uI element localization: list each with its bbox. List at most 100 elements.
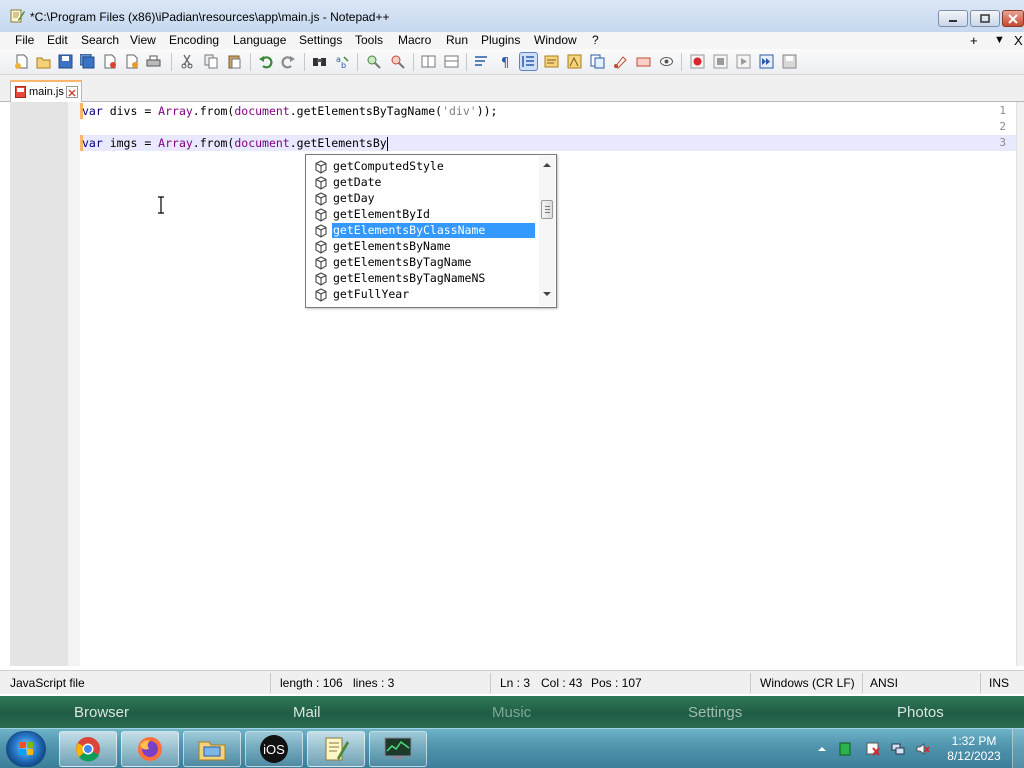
taskbar-chrome[interactable] — [59, 731, 117, 767]
function-list-button[interactable] — [589, 53, 606, 70]
dock-item-photos[interactable]: Photos — [897, 704, 944, 721]
undo-icon — [259, 56, 273, 69]
autocomplete-item[interactable]: getElementsByTagNameNS — [314, 270, 542, 286]
close-all-button[interactable] — [123, 53, 140, 70]
menu-file[interactable]: File — [13, 32, 36, 49]
zoom-in-icon — [367, 55, 381, 69]
sync-vertical-button[interactable] — [420, 53, 437, 70]
close-button[interactable] — [1002, 10, 1024, 27]
menu-settings[interactable]: Settings — [297, 32, 344, 49]
save-button[interactable] — [57, 53, 74, 70]
save-all-button[interactable] — [79, 53, 96, 70]
object-token: document — [234, 104, 290, 118]
zoom-out-button[interactable] — [389, 53, 406, 70]
dock-item-music[interactable]: Music — [492, 704, 531, 721]
menu-tools[interactable]: Tools — [353, 32, 385, 49]
word-wrap-button[interactable] — [473, 53, 490, 70]
tab-close-button[interactable] — [66, 86, 78, 98]
taskbar-task-manager[interactable] — [369, 731, 427, 767]
volume-muted-icon[interactable] — [916, 742, 930, 756]
document-map-button[interactable] — [566, 53, 583, 70]
menu-window[interactable]: Window — [532, 32, 579, 49]
autocomplete-item-label: getElementsByName — [333, 239, 451, 253]
menu-run[interactable]: Run — [444, 32, 470, 49]
autocomplete-item[interactable]: getDate — [314, 174, 542, 190]
tab-main-js[interactable]: main.js — [10, 80, 82, 102]
start-button[interactable] — [6, 731, 46, 767]
language-button[interactable] — [543, 53, 560, 70]
string-token: 'div' — [442, 104, 477, 118]
show-hidden-icons-icon[interactable] — [815, 742, 829, 756]
autocomplete-scrollbar[interactable] — [539, 156, 555, 306]
view-button[interactable] — [658, 53, 675, 70]
autocomplete-item[interactable]: getDay — [314, 190, 542, 206]
tab-list-menu-button[interactable]: ▼ — [994, 32, 1005, 49]
indent-guide-button[interactable] — [519, 52, 538, 71]
cut-button[interactable] — [179, 53, 196, 70]
zoom-out-icon — [391, 55, 405, 69]
menu-language[interactable]: Language — [231, 32, 288, 49]
folder-workspace-button[interactable] — [612, 53, 629, 70]
autocomplete-item[interactable]: getElementById — [314, 206, 542, 222]
save-macro-button[interactable] — [781, 53, 798, 70]
print-button[interactable] — [145, 53, 162, 70]
autocomplete-item[interactable]: getFullYear — [314, 286, 542, 302]
object-token: document — [234, 136, 290, 150]
action-center-icon[interactable] — [866, 742, 880, 756]
taskbar-ios[interactable]: iOS — [245, 731, 303, 767]
status-separator — [270, 673, 271, 693]
tab-label: main.js — [29, 86, 64, 98]
autocomplete-list[interactable]: getComputedStyle getDate getDay getEleme… — [305, 154, 557, 308]
vertical-scrollbar[interactable] — [1016, 102, 1024, 666]
scroll-up-arrow-icon[interactable] — [543, 163, 551, 167]
stop-macro-button[interactable] — [712, 53, 729, 70]
replace-button[interactable]: ab — [334, 53, 351, 70]
dock-item-browser[interactable]: Browser — [74, 704, 129, 721]
menu-help[interactable]: ? — [590, 32, 601, 49]
taskbar-firefox[interactable] — [121, 731, 179, 767]
autocomplete-item[interactable]: getElementsByName — [314, 238, 542, 254]
redo-button[interactable] — [280, 53, 297, 70]
menu-encoding[interactable]: Encoding — [167, 32, 221, 49]
show-all-characters-button[interactable]: ¶ — [497, 53, 514, 70]
paste-button[interactable] — [226, 53, 243, 70]
record-macro-button[interactable] — [689, 53, 706, 70]
menu-macro[interactable]: Macro — [396, 32, 433, 49]
menu-search[interactable]: Search — [79, 32, 121, 49]
system-clock[interactable]: 1:32 PM 8/12/2023 — [944, 734, 1004, 764]
menu-view[interactable]: View — [128, 32, 158, 49]
copy-button[interactable] — [203, 53, 220, 70]
open-file-button[interactable] — [35, 53, 52, 70]
taskbar-file-explorer[interactable] — [183, 731, 241, 767]
battery-icon[interactable] — [838, 742, 852, 756]
dock-item-mail[interactable]: Mail — [293, 704, 321, 721]
network-icon[interactable] — [891, 742, 905, 756]
maximize-button[interactable] — [970, 10, 1000, 27]
autocomplete-item[interactable]: getElementsByTagName — [314, 254, 542, 270]
play-macro-button[interactable] — [735, 53, 752, 70]
autocomplete-item-selected[interactable]: getElementsByClassName — [314, 222, 542, 238]
scrollbar-thumb[interactable] — [541, 200, 553, 219]
menu-plugins[interactable]: Plugins — [479, 32, 522, 49]
run-macro-multiple-button[interactable] — [758, 53, 775, 70]
minimize-button[interactable] — [938, 10, 968, 27]
zoom-in-button[interactable] — [365, 53, 382, 70]
toolbar: ab ¶ — [0, 49, 1024, 75]
undo-button[interactable] — [257, 53, 274, 70]
show-desktop-button[interactable] — [1012, 729, 1024, 768]
dock-item-settings[interactable]: Settings — [688, 704, 742, 721]
new-tab-menu-button[interactable]: + — [970, 32, 978, 49]
taskbar-notepad-plus-plus[interactable] — [307, 731, 365, 767]
sync-horizontal-button[interactable] — [443, 53, 460, 70]
autocomplete-item[interactable]: getComputedStyle — [314, 158, 542, 174]
file-type-status: JavaScript file — [10, 676, 85, 690]
new-file-button[interactable] — [13, 53, 30, 70]
scroll-down-arrow-icon[interactable] — [543, 292, 551, 296]
find-button[interactable] — [311, 53, 328, 70]
method-cube-icon — [315, 192, 327, 206]
toolbar-separator — [357, 53, 358, 71]
menu-edit[interactable]: Edit — [45, 32, 70, 49]
monitoring-button[interactable] — [635, 53, 652, 70]
close-document-menu-button[interactable]: X — [1014, 32, 1023, 49]
close-button-tb[interactable] — [101, 53, 118, 70]
